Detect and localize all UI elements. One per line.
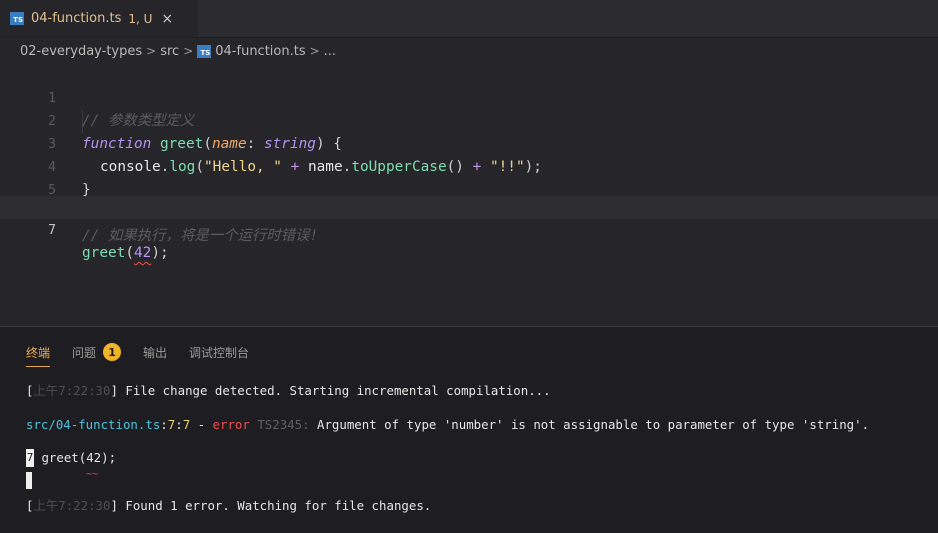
line-number: 7 [48, 223, 56, 238]
terminal-error-marker: ~~ [86, 469, 99, 480]
code-line-1[interactable]: 1 // 参数类型定义 [0, 64, 938, 129]
tab-output[interactable]: 输出 [143, 344, 167, 361]
breadcrumb-folder-src[interactable]: src [160, 44, 179, 59]
terminal-line-4: [上午7:22:30] Found 1 error. Watching for … [26, 498, 432, 513]
number-literal-error[interactable]: 42 [134, 245, 151, 261]
code-line-4[interactable]: 4 } [0, 133, 938, 198]
punctuation: ( [125, 245, 134, 261]
error-file-path[interactable]: src/04-function.ts [26, 417, 160, 432]
error-code: TS2345: [249, 417, 310, 432]
function-call-greet: greet [82, 245, 126, 261]
breadcrumb-folder-root[interactable]: 02-everyday-types [20, 44, 142, 59]
terminal-cursor [26, 472, 32, 489]
error-message: Argument of type 'number' is not assigna… [309, 417, 870, 432]
tab-label: 终端 [26, 345, 51, 360]
terminal-code-snippet: 7 greet(42); [26, 449, 116, 467]
tab-title: 04-function.ts [31, 11, 122, 26]
code-editor[interactable]: 1 // 参数类型定义 2 function greet(name: strin… [0, 64, 938, 326]
breadcrumb-symbols[interactable]: ... [324, 44, 336, 59]
tab-terminal[interactable]: 终端 [26, 344, 51, 367]
terminal-timestamp: 上午7:22:30 [33, 498, 111, 513]
tab-label: 问题 [72, 345, 97, 360]
breadcrumb: 02-everyday-types > src > TS 04-function… [20, 40, 336, 62]
code-line-5[interactable]: 5 [0, 156, 938, 198]
tab-bar: TS 04-function.ts 1, U × [0, 0, 938, 38]
chevron-right-icon: > [309, 44, 320, 58]
vscode-window: TS 04-function.ts 1, U × 02-everyday-typ… [0, 0, 938, 533]
close-icon[interactable]: × [161, 11, 173, 27]
punctuation: ); [151, 245, 169, 261]
breadcrumb-file[interactable]: 04-function.ts [215, 44, 305, 59]
tab-problems[interactable]: 问题 1 [72, 343, 122, 361]
error-label: error [212, 417, 250, 432]
typescript-file-icon: TS [10, 12, 24, 25]
tab-label: 输出 [143, 345, 168, 360]
code-line-2[interactable]: 2 function greet(name: string) { [0, 87, 938, 152]
chevron-right-icon: > [183, 44, 194, 58]
editor-tab-04-function[interactable]: TS 04-function.ts 1, U × [0, 0, 198, 37]
terminal-error-line: src/04-function.ts:7:7 - error TS2345: A… [26, 417, 870, 432]
terminal-line-1: [上午7:22:30] File change detected. Starti… [26, 383, 551, 398]
bottom-panel: 终端 问题 1 输出 调试控制台 [上午7:22:30] File change … [0, 326, 938, 533]
tab-label: 调试控制台 [189, 345, 250, 360]
snippet-code: greet(42); [41, 450, 117, 465]
snippet-line-number: 7 [26, 449, 34, 467]
typescript-file-icon: TS [197, 44, 212, 58]
panel-tab-bar: 终端 问题 1 输出 调试控制台 [26, 337, 249, 367]
problems-count-badge: 1 [103, 343, 122, 361]
tab-problem-badge: 1, U [128, 11, 153, 26]
chevron-right-icon: > [146, 44, 157, 58]
code-line-7[interactable]: 7 greet(42); [0, 196, 938, 261]
code-line-3[interactable]: 3 console.log("Hello, " + name.toUpperCa… [0, 110, 938, 175]
tab-debug-console[interactable]: 调试控制台 [189, 344, 249, 361]
terminal-timestamp: 上午7:22:30 [33, 383, 111, 398]
